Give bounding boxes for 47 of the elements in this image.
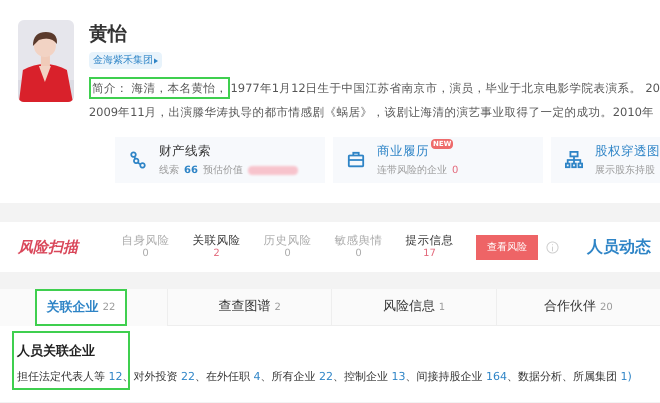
tab[interactable]: 合作伙伴 20 [496,289,660,326]
related-link[interactable]: 控制企业 13 [344,368,406,385]
blurred-value [248,166,298,176]
card-title: 财产线索 [159,142,211,160]
related-link[interactable]: 数据分析 [518,368,562,385]
tab[interactable]: 风险信息 1 [331,289,496,326]
caret-icon [154,58,158,64]
tab[interactable]: 查查图谱 2 [167,289,332,326]
card-title[interactable]: 商业履历 [377,142,429,160]
org-chart-icon [565,151,583,169]
briefcase-icon [347,151,365,169]
section-heading: 人员关联企业 [17,342,96,361]
separator-mark: 、 [195,368,206,384]
stat-label: 预估价值 [202,164,243,178]
separator-mark: 、 [562,368,573,384]
section-title[interactable]: 人员动态 [587,235,651,259]
related-link[interactable]: 对外投资 22 [134,368,195,385]
stat-label: 展示股东持股 [595,164,655,178]
stat-count: 0 [452,164,458,178]
intro-text: 1977年1月12日生于中国江苏省南京市，演员，毕业于北京电影学院表演系。 20 [230,80,660,97]
intro-text: 2009年11月，出演滕华涛执导的都市情感剧《蜗居》，该剧让海清的演艺事业取得了一定的成功。2010年 [88,104,655,121]
separator-mark: 、 [260,368,272,384]
separator-mark: 、 [406,368,416,384]
info-card[interactable]: 财产线索 线索 66 预估价值 [115,137,325,183]
person-name: 黄怡 [88,22,128,46]
stat-label: 线索 [159,164,179,178]
card-title[interactable]: 股权穿透图 [595,142,660,160]
related-link[interactable]: 在外任职 4 [206,368,260,385]
related-link[interactable]: 担任法定代表人等 12 [17,368,122,385]
chain-nodes-icon [129,151,147,169]
stat-label: 连带风险的企业 [377,164,447,178]
closing-bracket: ) [628,368,632,384]
intro-highlight: 简介： 海清，本名黄怡， [88,77,230,99]
separator-mark: 、 [507,368,518,384]
related-link[interactable]: 所属集团 1 [573,368,628,385]
risk-scan-logo: 风险扫描 [18,236,81,258]
tab[interactable]: 关联企业 22 [35,289,127,326]
separator-mark: 、 [122,368,134,384]
group-tag[interactable]: 金海紫禾集团 [88,52,162,69]
stat-count: 66 [184,164,198,178]
info-card[interactable]: 股权穿透图 展示股东持股 [551,137,660,183]
related-link[interactable]: 间接持股企业 164 [416,368,507,385]
risk-item[interactable]: 关联风险 2 [181,233,252,261]
info-icon[interactable] [546,240,559,254]
risk-item[interactable]: 提示信息 17 [394,233,465,261]
related-link[interactable]: 所有企业 22 [272,368,333,385]
separator-mark: 、 [333,368,344,384]
